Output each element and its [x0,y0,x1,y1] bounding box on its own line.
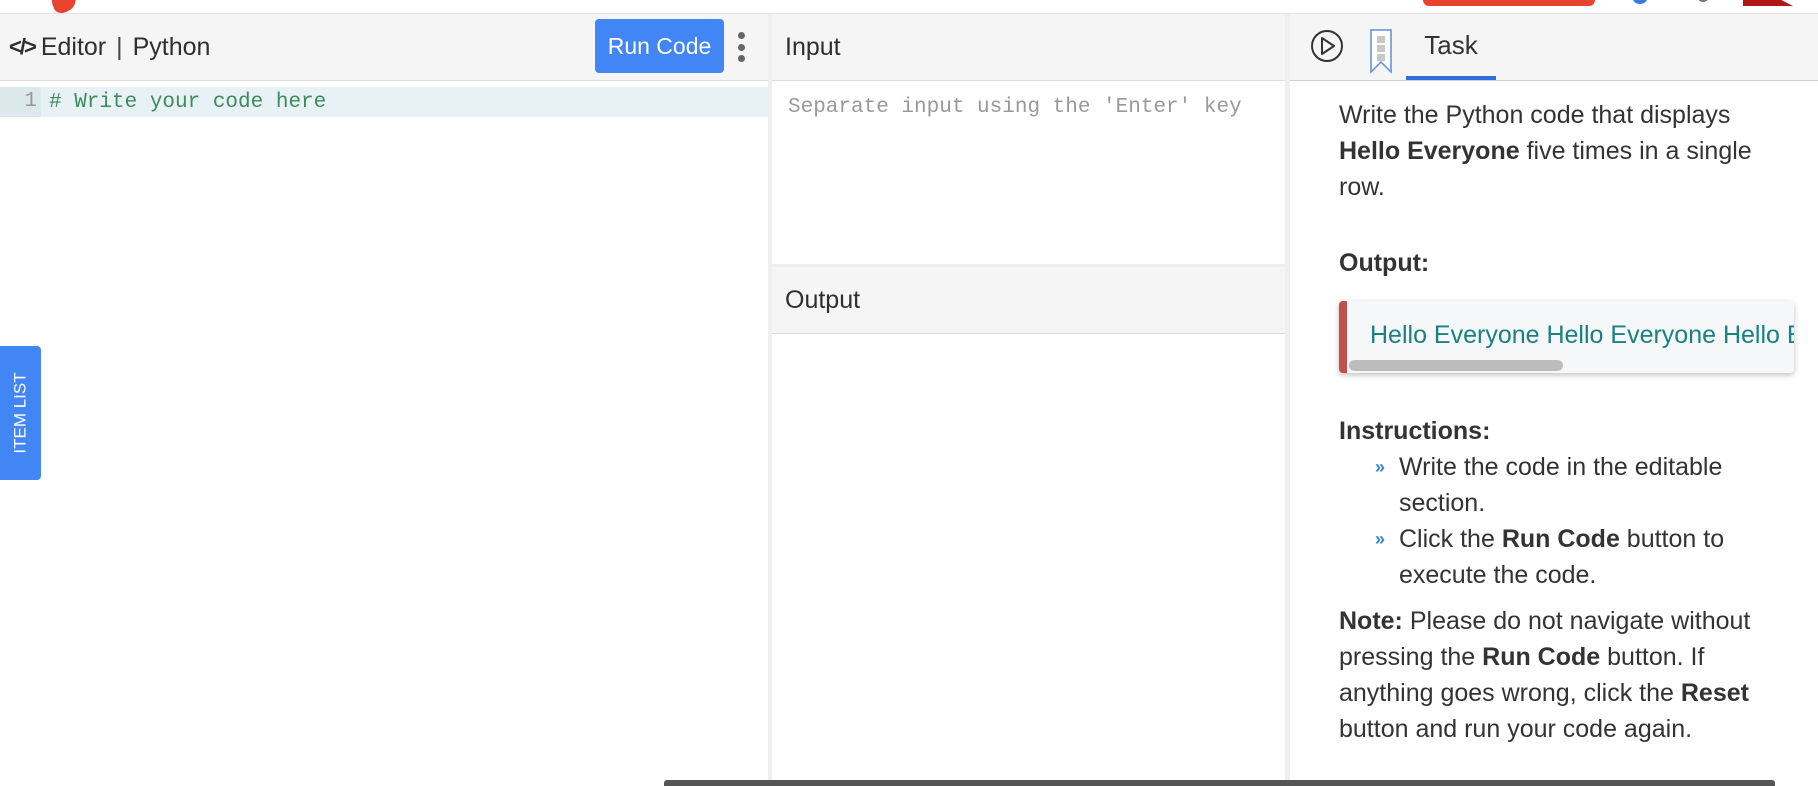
editor-title-label: Editor [40,32,107,61]
double-chevron-icon: » [1375,457,1386,477]
instruction-text: Click the [1399,525,1502,553]
instruction-item: » Write the code in the editable section… [1375,449,1798,521]
double-chevron-icon: » [1375,529,1386,549]
editor-language: Python [132,32,211,61]
instruction-text: Write the code in the editable section. [1399,453,1723,517]
task-description: Write the Python code that displays Hell… [1339,97,1798,205]
top-navbar-strip [0,0,1818,14]
expected-output-box: Hello Everyone Hello Everyone Hello Ever… [1339,301,1794,373]
output-heading: Output: [1339,249,1430,277]
description-text: Write the Python code that displays [1339,101,1731,129]
note-highlight: Run Code [1482,643,1601,671]
input-header: Input [772,14,1285,81]
line-number: 1 [0,87,41,117]
task-panel: Task Write the Python code that displays… [1290,14,1818,784]
stdin-input[interactable] [772,81,1285,264]
instructions-list: » Write the code in the editable section… [1339,449,1798,593]
top-nav-icon[interactable] [1698,0,1708,2]
title-separator: | [116,32,123,61]
note-label: Note: [1339,607,1403,635]
note-paragraph: Note: Please do not navigate without pre… [1339,603,1798,747]
input-label: Input [785,32,841,61]
instruction-item: » Click the Run Code button to execute t… [1375,521,1798,593]
code-line[interactable]: 1 # Write your code here [0,87,768,117]
play-video-icon[interactable] [1311,30,1343,62]
editor-panel: </> Editor | Python Run Code 1 # Write y… [0,14,768,784]
item-list-tab[interactable]: ITEM LIST [0,346,41,480]
instruction-highlight: Run Code [1501,525,1620,553]
top-nav-icon[interactable] [1633,0,1647,4]
io-panel: Input Output [772,14,1285,784]
code-icon: </> [9,34,37,59]
more-options-icon[interactable] [736,32,746,62]
expected-output-text: Hello Everyone Hello Everyone Hello Ever… [1370,321,1794,349]
editor-title: </> Editor | Python [9,33,210,62]
note-highlight: Reset [1680,679,1749,707]
bottom-scrollbar[interactable] [664,780,1775,786]
bookmark-icon[interactable] [1369,28,1393,74]
top-ribbon-icon [1743,0,1793,6]
output-label: Output [785,285,861,314]
output-header: Output [772,267,1285,334]
note-text: button and run your code again. [1339,715,1693,743]
output-console [772,334,1285,774]
description-highlight: Hello Everyone [1339,137,1520,165]
editor-header: </> Editor | Python Run Code [0,14,768,81]
task-header: Task [1290,14,1818,81]
horizontal-scrollbar[interactable] [1349,360,1563,371]
top-action-button[interactable] [1423,0,1595,6]
run-code-button[interactable]: Run Code [595,19,724,73]
code-text[interactable]: # Write your code here [49,91,326,114]
instructions-heading: Instructions: [1339,417,1491,445]
item-list-label: ITEM LIST [10,372,30,454]
brand-logo [48,0,80,13]
tab-task[interactable]: Task [1406,14,1496,80]
task-content: Write the Python code that displays Hell… [1290,81,1818,747]
